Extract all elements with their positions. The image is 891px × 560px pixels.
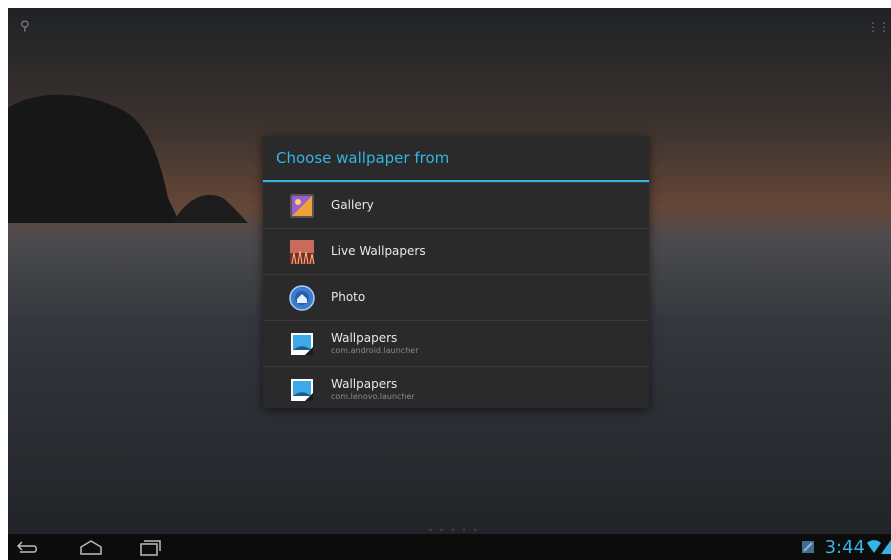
wallpapers-icon bbox=[291, 332, 313, 355]
notification-icon bbox=[801, 541, 814, 553]
item-label: Wallpapers bbox=[331, 331, 398, 345]
wallpapers-icon bbox=[291, 378, 313, 401]
item-package: com.lenovo.launcher bbox=[331, 392, 415, 401]
clock: 3:44 bbox=[824, 536, 865, 558]
list-item-photo[interactable]: Photo bbox=[263, 274, 649, 320]
back-icon[interactable] bbox=[14, 538, 40, 556]
list-item-wallpapers-android[interactable]: Wallpapers com.android.launcher bbox=[263, 320, 649, 366]
wifi-icon bbox=[867, 540, 881, 553]
signal-icon bbox=[881, 540, 891, 554]
list-item-live-wallpapers[interactable]: Live Wallpapers bbox=[263, 228, 649, 274]
item-label: Gallery bbox=[331, 198, 374, 212]
system-navigation-bar: 3:44 bbox=[8, 534, 891, 560]
gallery-icon bbox=[290, 193, 314, 218]
item-package: com.android.launcher bbox=[331, 346, 419, 355]
list-item-wallpapers-lenovo[interactable]: Wallpapers com.lenovo.launcher bbox=[263, 366, 649, 412]
dialog-title: Choose wallpaper from bbox=[263, 136, 649, 182]
live-wallpapers-icon bbox=[290, 239, 315, 264]
photo-icon bbox=[289, 284, 315, 311]
apps-grid-icon[interactable]: ⋮⋮ bbox=[867, 20, 890, 34]
status-area[interactable]: 3:44 bbox=[801, 534, 891, 560]
list-item-gallery[interactable]: Gallery bbox=[263, 182, 649, 228]
item-label: Wallpapers bbox=[331, 377, 398, 391]
choose-wallpaper-dialog: Choose wallpaper from Gallery Live Wallp… bbox=[263, 136, 649, 408]
home-icon[interactable] bbox=[78, 538, 104, 556]
search-icon[interactable]: ⚲ bbox=[20, 20, 34, 34]
device-screen: ⚲ ⋮⋮ Choose wallpaper from Gallery Live … bbox=[8, 8, 891, 560]
item-label: Live Wallpapers bbox=[331, 244, 426, 258]
item-label: Photo bbox=[331, 290, 366, 304]
recents-icon[interactable] bbox=[136, 538, 162, 556]
